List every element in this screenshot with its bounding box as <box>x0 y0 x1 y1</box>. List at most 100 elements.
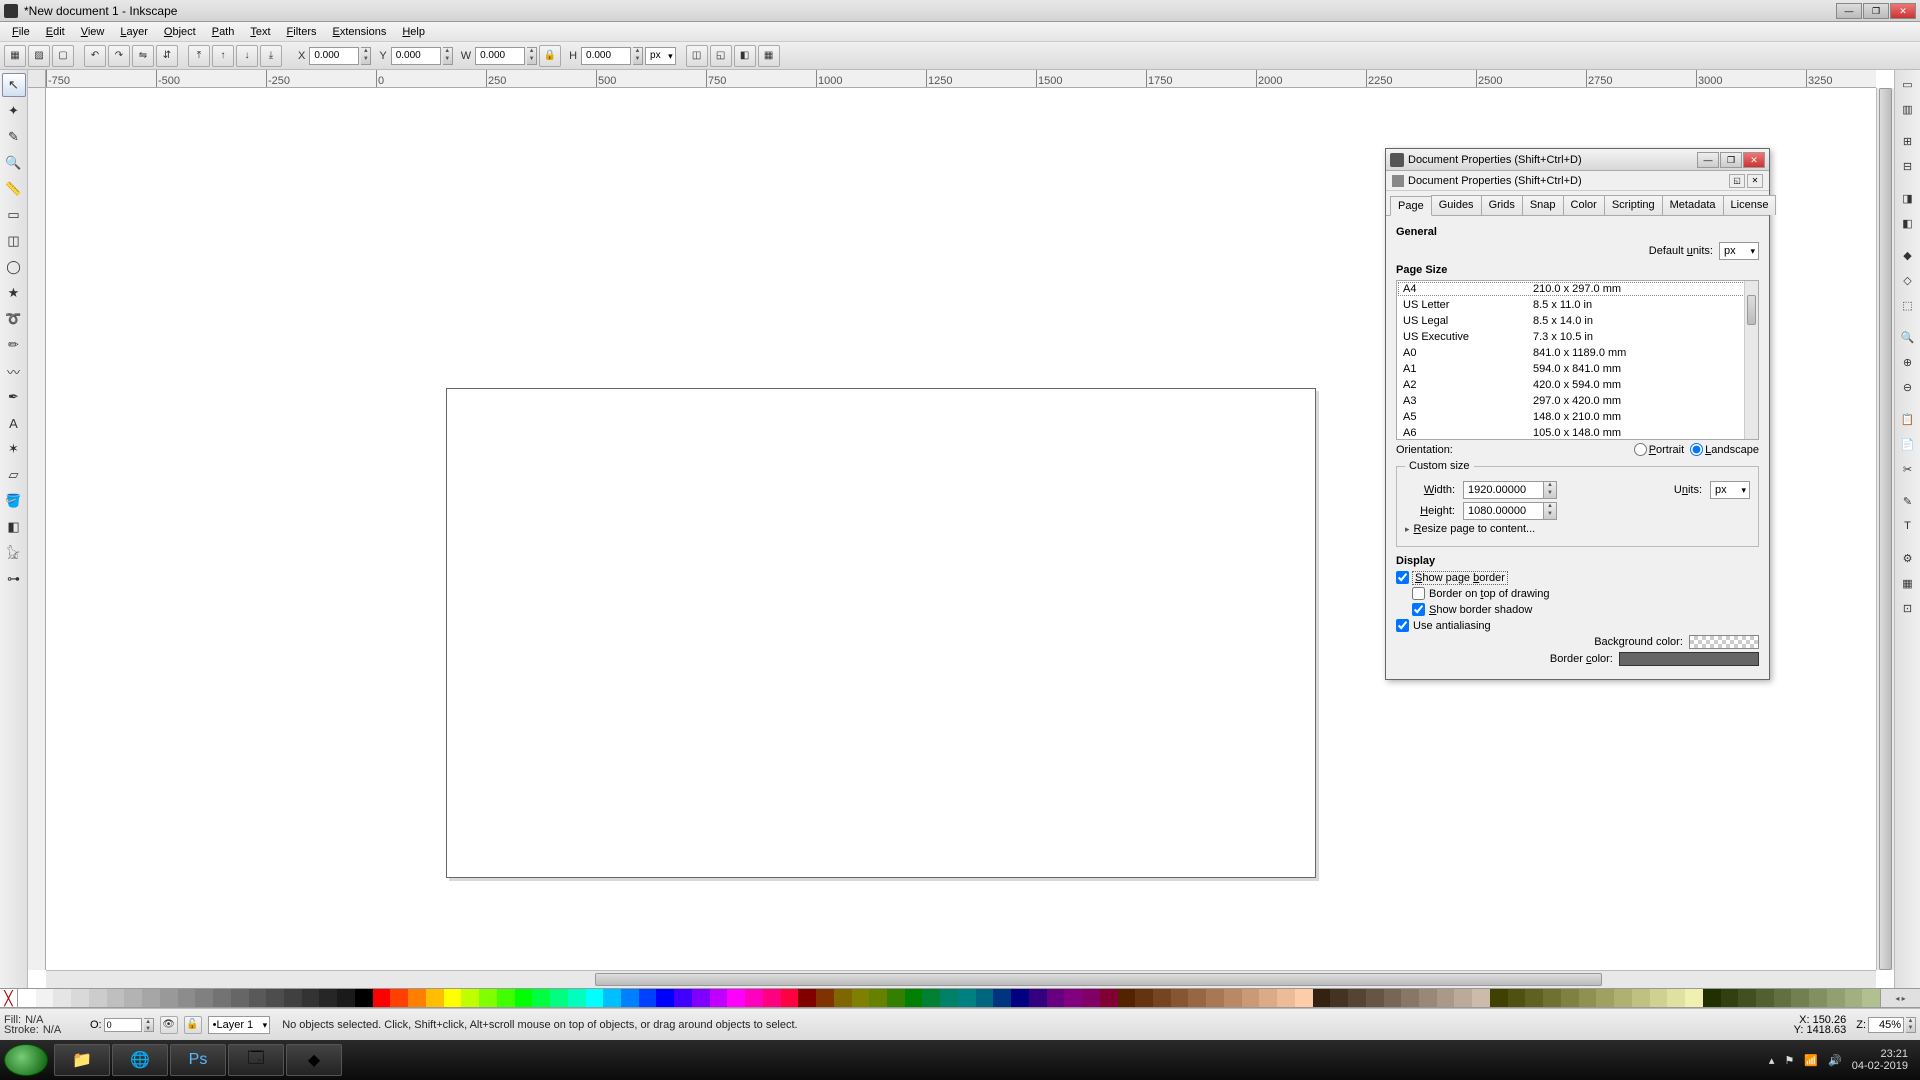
page-size-list[interactable]: A4210.0 x 297.0 mmUS Letter8.5 x 11.0 in… <box>1396 280 1759 440</box>
show-shadow-checkbox[interactable] <box>1412 603 1425 616</box>
tab-metadata[interactable]: Metadata <box>1662 195 1724 215</box>
color-swatch[interactable] <box>124 989 142 1007</box>
color-swatch[interactable] <box>444 989 462 1007</box>
color-swatch[interactable] <box>710 989 728 1007</box>
tab-color[interactable]: Color <box>1563 195 1605 215</box>
menu-help[interactable]: Help <box>394 24 433 40</box>
landscape-radio[interactable] <box>1690 443 1703 456</box>
color-swatch[interactable] <box>1561 989 1579 1007</box>
snap-button-4[interactable]: ⊟ <box>1897 155 1919 177</box>
color-swatch[interactable] <box>266 989 284 1007</box>
dialog-close-button[interactable]: ✕ <box>1743 152 1765 168</box>
ruler-vertical[interactable] <box>28 88 46 970</box>
w-spinner[interactable]: ▲▼ <box>527 47 537 65</box>
tool-spray[interactable]: ✶ <box>2 437 26 461</box>
color-swatch[interactable] <box>1384 989 1402 1007</box>
rotate-ccw-button[interactable]: ↶ <box>84 45 106 67</box>
snap-button-18[interactable]: 📄 <box>1897 433 1919 455</box>
resize-to-content-expander[interactable]: ▸ Resize page to content... <box>1405 523 1750 535</box>
snap-button-13[interactable]: 🔍 <box>1897 326 1919 348</box>
snap-button-11[interactable]: ⬚ <box>1897 294 1919 316</box>
color-swatch[interactable] <box>355 989 373 1007</box>
maximize-button[interactable]: ❐ <box>1863 3 1889 19</box>
color-swatch[interactable] <box>515 989 533 1007</box>
color-swatch[interactable] <box>302 989 320 1007</box>
color-swatch[interactable] <box>1862 989 1880 1007</box>
color-swatch[interactable] <box>834 989 852 1007</box>
color-swatch[interactable] <box>1047 989 1065 1007</box>
snap-button-14[interactable]: ⊕ <box>1897 351 1919 373</box>
zoom-spinner[interactable]: ▲▼ <box>1906 1017 1916 1033</box>
color-swatch[interactable] <box>1703 989 1721 1007</box>
h-input[interactable] <box>581 47 631 65</box>
palette-none-icon[interactable]: ╳ <box>0 989 18 1007</box>
tool-dropper[interactable]: 𓃠 <box>2 541 26 565</box>
y-spinner[interactable]: ▲▼ <box>443 47 453 65</box>
size-row-a4[interactable]: A4210.0 x 297.0 mm <box>1397 281 1758 297</box>
tool-spiral[interactable]: ➰ <box>2 307 26 331</box>
color-swatch[interactable] <box>178 989 196 1007</box>
size-row-us-letter[interactable]: US Letter8.5 x 11.0 in <box>1397 297 1758 313</box>
color-swatch[interactable] <box>1721 989 1739 1007</box>
color-swatch[interactable] <box>1330 989 1348 1007</box>
size-row-a0[interactable]: A0841.0 x 1189.0 mm <box>1397 345 1758 361</box>
color-swatch[interactable] <box>1490 989 1508 1007</box>
snap-button-25[interactable]: ▦ <box>1897 572 1919 594</box>
color-swatch[interactable] <box>940 989 958 1007</box>
tool-node[interactable]: ✦ <box>2 99 26 123</box>
tool-pencil[interactable]: ✏ <box>2 333 26 357</box>
color-swatch[interactable] <box>586 989 604 1007</box>
tray-volume-icon[interactable]: 🔊 <box>1828 1054 1842 1067</box>
color-swatch[interactable] <box>408 989 426 1007</box>
color-swatch[interactable] <box>1082 989 1100 1007</box>
color-swatch[interactable] <box>1259 989 1277 1007</box>
dialog-maximize-button[interactable]: ❐ <box>1720 152 1742 168</box>
menu-view[interactable]: View <box>73 24 113 40</box>
size-row-a6[interactable]: A6105.0 x 148.0 mm <box>1397 425 1758 440</box>
menu-layer[interactable]: Layer <box>112 24 156 40</box>
palette-scroll[interactable]: ◂ ▸ <box>1880 989 1920 1007</box>
select-all-layers-button[interactable]: ▦ <box>4 45 26 67</box>
menu-object[interactable]: Object <box>156 24 204 40</box>
scrollbar-vertical[interactable] <box>1876 88 1894 970</box>
close-button[interactable]: ✕ <box>1890 3 1916 19</box>
size-row-a1[interactable]: A1594.0 x 841.0 mm <box>1397 361 1758 377</box>
color-swatch[interactable] <box>89 989 107 1007</box>
color-swatch[interactable] <box>53 989 71 1007</box>
color-swatch[interactable] <box>373 989 391 1007</box>
snap-button-0[interactable]: ▭ <box>1897 73 1919 95</box>
portrait-radio[interactable] <box>1634 443 1647 456</box>
color-swatch[interactable] <box>1366 989 1384 1007</box>
snap-button-26[interactable]: ⊡ <box>1897 597 1919 619</box>
color-swatch[interactable] <box>1845 989 1863 1007</box>
affect-pattern-button[interactable]: ▦ <box>758 45 780 67</box>
custom-units-select[interactable]: px <box>1710 481 1750 499</box>
tool-bucket[interactable]: 🪣 <box>2 489 26 513</box>
dock-detach-button[interactable]: ◱ <box>1729 174 1745 188</box>
fill-stroke-indicator[interactable]: Fill:N/A Stroke:N/A <box>4 1015 84 1035</box>
minimize-button[interactable]: — <box>1836 3 1862 19</box>
affect-stroke-button[interactable]: ◫ <box>686 45 708 67</box>
bgcolor-swatch[interactable] <box>1689 635 1759 649</box>
tool-star[interactable]: ★ <box>2 281 26 305</box>
color-swatch[interactable] <box>674 989 692 1007</box>
snap-button-17[interactable]: 📋 <box>1897 408 1919 430</box>
start-button[interactable] <box>4 1044 48 1076</box>
raise-button[interactable]: ↑ <box>212 45 234 67</box>
flip-h-button[interactable]: ⇋ <box>132 45 154 67</box>
color-swatch[interactable] <box>18 989 36 1007</box>
color-swatch[interactable] <box>461 989 479 1007</box>
tool-3dbox[interactable]: ◫ <box>2 229 26 253</box>
layer-visibility-button[interactable]: 👁 <box>160 1016 178 1034</box>
x-input[interactable] <box>309 47 359 65</box>
menu-file[interactable]: File <box>4 24 38 40</box>
color-swatch[interactable] <box>922 989 940 1007</box>
color-swatch[interactable] <box>479 989 497 1007</box>
color-swatch[interactable] <box>852 989 870 1007</box>
unit-select[interactable]: px <box>645 47 676 65</box>
color-swatch[interactable] <box>639 989 657 1007</box>
tool-bezier[interactable]: 〰 <box>2 359 26 383</box>
color-swatch[interactable] <box>36 989 54 1007</box>
height-spinner[interactable]: ▲▼ <box>1543 502 1557 520</box>
color-swatch[interactable] <box>993 989 1011 1007</box>
